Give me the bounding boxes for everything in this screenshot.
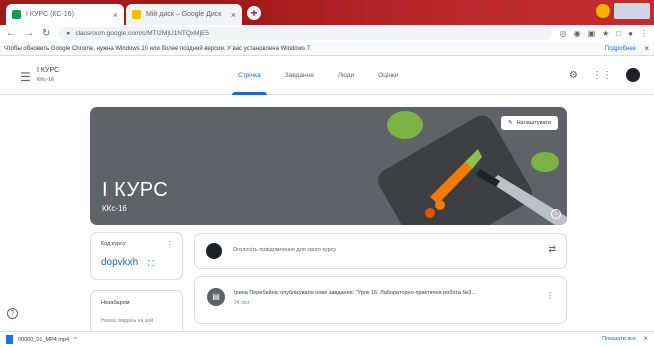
header-icons: ⚙ ⋮⋮ [569,68,640,82]
forward-icon[interactable]: → [24,28,34,39]
customize-button[interactable]: ✎ Налаштувати [500,116,558,130]
class-code-card: Код курсу ⋮ dopvkxh ⛶ [90,232,183,280]
tab-search-icon[interactable]: □ [616,29,621,38]
settings-icon[interactable]: ⚙ [569,70,578,81]
browser-toolbar: ← → ↻ ● classroom.google.com/c/MTI2MjU1N… [0,25,654,42]
announce-placeholder[interactable]: Оголосіть повідомлення для свого курсу [233,247,336,253]
help-icon[interactable]: ? [7,308,18,319]
tab-grades[interactable]: Оцінки [372,57,404,95]
show-all-downloads-link[interactable]: Показати все [602,336,636,342]
avatar[interactable] [626,68,640,82]
upcoming-text: Немає завдань на цей [101,318,153,324]
class-code-value: dopvkxh [101,257,139,268]
banner-info-icon[interactable]: i [551,209,561,219]
banner-section: ККс-16 [102,204,127,213]
extensions-icon[interactable]: ▣ [588,29,596,38]
banner-title: I КУРС [102,179,169,201]
downloads-close-icon[interactable]: × [643,334,648,343]
tab-close-icon[interactable]: × [113,10,118,20]
address-bar[interactable]: ● classroom.google.com/c/MTI2MjU1NTQxMjE… [58,27,552,40]
announce-box[interactable]: Оголосіть повідомлення для свого курсу ⇄ [194,233,567,269]
infobar-learn-more-link[interactable]: Подробнее [605,42,636,56]
course-nav-tabs: Стрічка Завдання Люди Оцінки [232,57,404,95]
browser-tab-classroom[interactable]: I КУРС (КС-16) × [6,4,124,25]
update-infobar: Чтобы обновить Google Chrome, нужна Wind… [0,42,654,56]
pencil-icon: ✎ [507,120,513,126]
address-text: classroom.google.com/c/MTI2MjU1NTQxMjE5 [75,30,209,37]
more-options-icon[interactable]: ⋮ [546,291,554,300]
stream-item-date: 24 лют. [234,300,251,306]
assignment-icon: ▤ [207,288,225,306]
tab-people[interactable]: Люди [332,57,360,95]
tab-classwork[interactable]: Завдання [279,57,320,95]
window-buttons[interactable] [614,3,650,19]
tab-stream[interactable]: Стрічка [232,57,267,95]
repost-icon[interactable]: ⇄ [548,244,556,255]
drive-favicon-icon [132,10,141,19]
extension-icon[interactable]: ◉ [574,29,581,38]
chevron-up-icon[interactable]: ^ [74,337,77,343]
lock-icon: ● [66,30,71,37]
tab-close-icon[interactable]: × [231,10,236,20]
tab-label: Мій диск – Google Диск [146,11,222,18]
window-controls [596,3,650,19]
infobar-close-icon[interactable]: × [644,42,649,56]
bookmark-star-icon[interactable]: ★ [602,29,609,38]
browser-tab-drive[interactable]: Мій диск – Google Диск × [126,4,242,25]
stream-item[interactable]: ▤ Ірина Перебийніс опублікувала нове зав… [194,276,567,324]
customize-label: Налаштувати [516,120,551,126]
more-options-icon[interactable]: ⋮ [166,240,174,249]
profile-icon[interactable]: ● [628,29,633,38]
header-course-name[interactable]: I КУРС [37,67,59,74]
stream-item-text[interactable]: Ірина Перебийніс опублікувала нове завда… [234,290,476,296]
download-item[interactable]: 00000_01_MP4.mp4 ^ [6,335,77,344]
extension-icon[interactable]: ◎ [560,29,567,38]
header-course-section: ККс-16 [37,77,55,83]
toolbar-icons: ◎ ◉ ▣ ★ □ ● ⋮ [560,29,648,38]
tab-label: I КУРС (КС-16) [26,11,74,18]
main-menu-icon[interactable]: ☰ [20,70,31,84]
reload-icon[interactable]: ↻ [42,28,50,39]
upcoming-label: Незабаром [101,300,130,306]
downloads-bar: 00000_01_MP4.mp4 ^ Показати все × [0,331,654,347]
file-icon [6,335,13,344]
new-tab-button[interactable]: + [247,6,261,20]
menu-icon[interactable]: ⋮ [640,29,648,38]
fullscreen-icon[interactable]: ⛶ [148,259,154,269]
profile-icon[interactable] [596,4,610,18]
avatar [206,243,222,259]
back-icon[interactable]: ← [6,28,16,39]
download-filename: 00000_01_MP4.mp4 [18,336,70,343]
infobar-text: Чтобы обновить Google Chrome, нужна Wind… [4,46,312,52]
class-code-label: Код курсу [101,241,126,247]
apps-grid-icon[interactable]: ⋮⋮ [592,70,612,81]
course-banner: I КУРС ККс-16 ✎ Налаштувати i [90,107,567,225]
classroom-header: ☰ I КУРС ККс-16 Стрічка Завдання Люди Оц… [0,57,654,95]
classroom-favicon-icon [12,10,21,19]
